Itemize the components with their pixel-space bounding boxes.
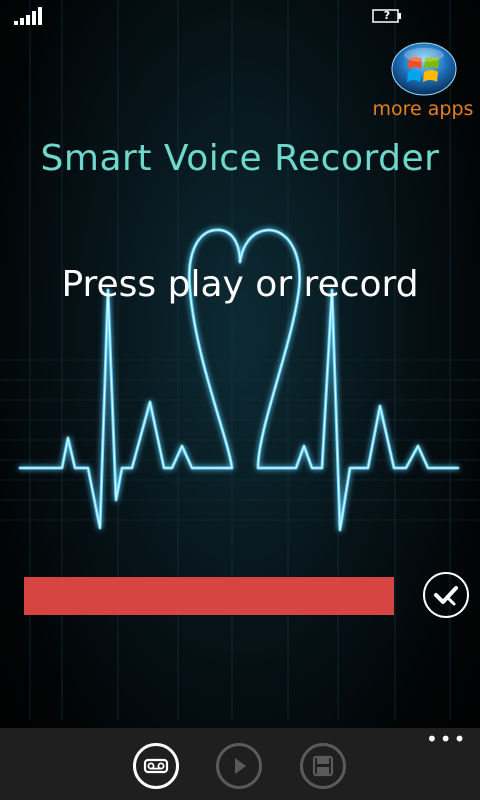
progress-fill [24,577,394,615]
confirm-button[interactable] [423,572,469,618]
voicemail-icon [143,758,169,774]
play-button[interactable] [216,743,262,789]
heartbeat-heart-graphic [18,228,460,532]
battery-label: ? [383,9,391,22]
play-icon [235,758,246,774]
app-screen: ? more apps Smart Voice Recorder Press p… [0,0,480,800]
status-bar: ? [0,0,480,32]
app-bar: ••• [0,728,480,800]
status-message: Press play or record [61,264,419,305]
save-icon [312,755,334,777]
windows-logo-icon [391,42,457,96]
signal-strength-icon [14,7,42,25]
app-title: Smart Voice Recorder [40,138,440,179]
check-circle-icon [434,586,458,606]
more-apps-label: more apps [372,98,474,120]
battery-icon: ? [372,9,402,23]
save-button[interactable] [300,743,346,789]
more-options-button[interactable]: ••• [426,729,466,752]
record-button[interactable] [133,743,179,789]
more-apps-button[interactable]: more apps [368,42,478,126]
recording-progress-bar [24,577,394,615]
